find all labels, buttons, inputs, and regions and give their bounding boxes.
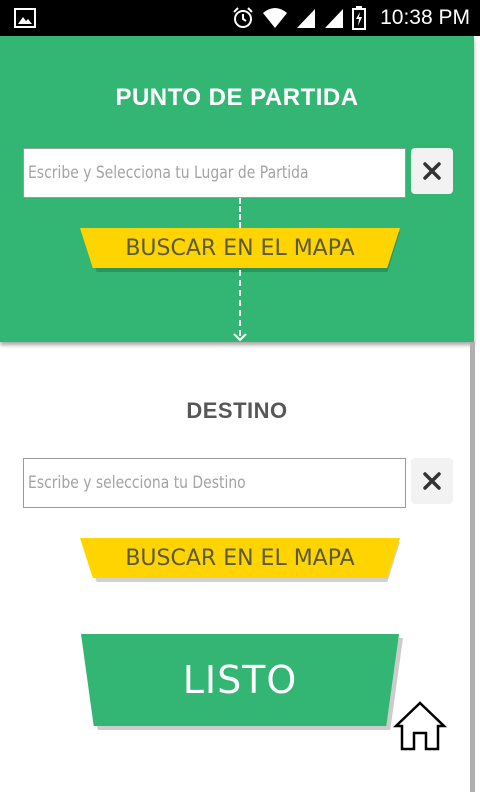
- scrollbar[interactable]: [470, 342, 475, 792]
- route-connector-line: [239, 198, 241, 228]
- signal-icon: [297, 9, 316, 28]
- close-icon: [423, 162, 441, 180]
- wifi-icon: [263, 8, 288, 28]
- chevron-down-icon: [233, 333, 247, 342]
- destination-clear-button[interactable]: [411, 458, 453, 504]
- alarm-icon: [233, 7, 253, 28]
- signal-icon: [325, 9, 344, 28]
- route-connector-line: [239, 270, 241, 336]
- close-icon: [423, 472, 441, 490]
- listo-submit-button[interactable]: LISTO: [81, 634, 399, 726]
- origin-title: PUNTO DE PARTIDA: [115, 84, 359, 111]
- clock-time: 10:38 PM: [380, 6, 470, 29]
- status-bar: 10:38 PM: [0, 0, 480, 36]
- origin-section: PUNTO DE PARTIDA BUSCAR EN EL MAPA: [0, 36, 474, 342]
- origin-clear-button[interactable]: [411, 148, 453, 194]
- destination-map-button[interactable]: BUSCAR EN EL MAPA: [80, 538, 400, 578]
- origin-input-wrapper: [23, 148, 406, 198]
- destination-title: DESTINO: [186, 398, 288, 423]
- battery-icon: [352, 6, 367, 30]
- origin-search-input[interactable]: [28, 149, 338, 197]
- destination-search-input[interactable]: [28, 459, 338, 507]
- origin-map-button[interactable]: BUSCAR EN EL MAPA: [80, 228, 400, 268]
- home-icon[interactable]: [392, 700, 448, 752]
- destination-input-wrapper: [23, 458, 406, 508]
- image-icon: [14, 8, 36, 28]
